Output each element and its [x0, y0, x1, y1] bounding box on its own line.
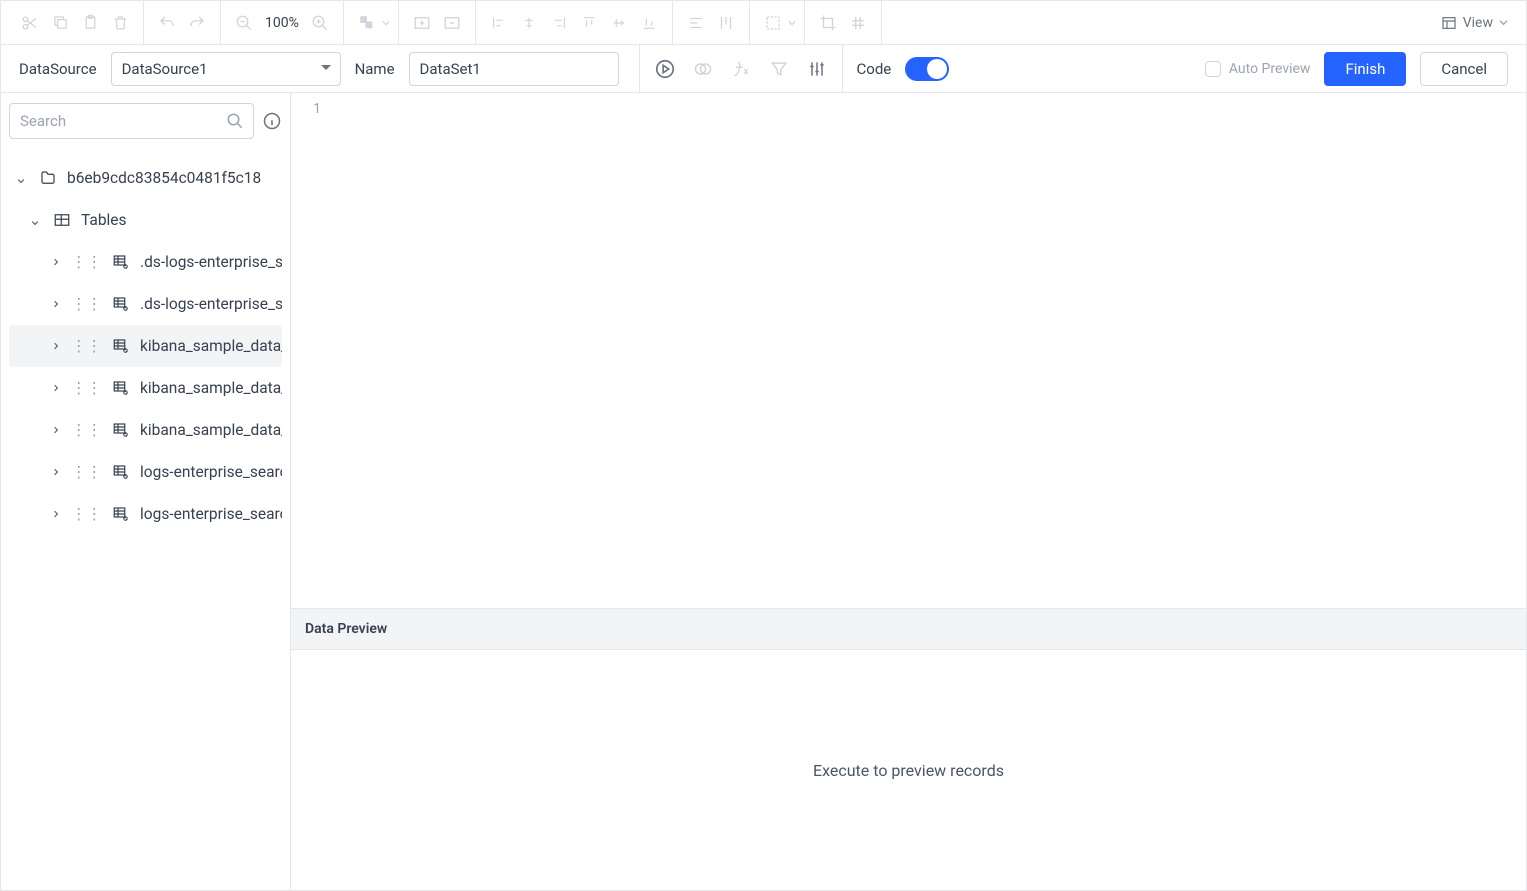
align-middle-icon[interactable]	[604, 8, 634, 38]
drag-handle-icon[interactable]: ⋮⋮	[71, 253, 102, 271]
paste-icon[interactable]	[75, 8, 105, 38]
table-icon	[112, 337, 130, 355]
table-item[interactable]: ⌄⋮⋮kibana_sample_data_	[9, 367, 282, 409]
align-center-h-icon[interactable]	[514, 8, 544, 38]
drag-handle-icon[interactable]: ⋮⋮	[71, 505, 102, 523]
table-item[interactable]: ⌄⋮⋮.ds-logs-enterprise_se	[9, 241, 282, 283]
preview-header: Data Preview	[291, 608, 1526, 650]
table-item[interactable]: ⌄⋮⋮.ds-logs-enterprise_se	[9, 283, 282, 325]
insert-left-icon[interactable]	[407, 8, 437, 38]
table-item[interactable]: ⌄⋮⋮logs-enterprise_searc	[9, 451, 282, 493]
align-right-icon[interactable]	[544, 8, 574, 38]
search-input[interactable]	[9, 103, 254, 139]
crop-icon[interactable]	[813, 8, 843, 38]
top-toolbar: 100% View	[1, 1, 1526, 45]
preview-body: Execute to preview records	[291, 650, 1526, 890]
preview-message: Execute to preview records	[813, 761, 1004, 780]
layout-icon	[1441, 15, 1457, 31]
datasource-select[interactable]: DataSource1	[111, 52, 341, 86]
finish-button[interactable]: Finish	[1324, 52, 1406, 86]
drag-handle-icon[interactable]: ⋮⋮	[71, 421, 102, 439]
redo-icon[interactable]	[182, 8, 212, 38]
table-icon	[112, 421, 130, 439]
fx-icon[interactable]	[724, 52, 758, 86]
editor-area: 1 Data Preview Execute to preview record…	[291, 93, 1526, 890]
table-name: kibana_sample_data_	[140, 379, 282, 397]
root-label: b6eb9cdc83854c0481f5c18	[67, 169, 261, 187]
name-label: Name	[355, 60, 395, 78]
view-menu[interactable]: View	[1431, 8, 1518, 38]
filter-icon[interactable]	[762, 52, 796, 86]
table-icon	[112, 505, 130, 523]
grid-snap-icon[interactable]	[843, 8, 873, 38]
chevron-down-icon	[1499, 18, 1508, 27]
align-left-icon[interactable]	[484, 8, 514, 38]
view-label: View	[1463, 15, 1493, 31]
table-item[interactable]: ⌄⋮⋮kibana_sample_data_	[9, 409, 282, 451]
join-icon[interactable]	[686, 52, 720, 86]
align-bottom-icon[interactable]	[634, 8, 664, 38]
tables-icon	[53, 211, 71, 229]
zoom-level: 100%	[259, 15, 305, 31]
table-name: kibana_sample_data_	[140, 421, 282, 439]
drag-handle-icon[interactable]: ⋮⋮	[71, 463, 102, 481]
settings-sliders-icon[interactable]	[800, 52, 834, 86]
run-button[interactable]	[648, 52, 682, 86]
table-item[interactable]: ⌄⋮⋮logs-enterprise_searc	[9, 493, 282, 535]
tables-node[interactable]: ⌄ Tables	[9, 199, 282, 241]
tree-root[interactable]: ⌄ b6eb9cdc83854c0481f5c18	[9, 157, 282, 199]
datasource-label: DataSource	[19, 60, 97, 78]
drag-handle-icon[interactable]: ⋮⋮	[71, 379, 102, 397]
dataset-name-input[interactable]	[409, 52, 619, 86]
folder-icon	[39, 169, 57, 187]
cancel-button[interactable]: Cancel	[1420, 52, 1508, 86]
table-icon	[112, 295, 130, 313]
table-name: kibana_sample_data_	[140, 337, 282, 355]
code-editor[interactable]	[331, 93, 1526, 608]
config-bar: DataSource DataSource1 Name Code Auto Pr…	[1, 45, 1526, 93]
zoom-in-icon[interactable]	[305, 8, 335, 38]
chevron-down-icon	[788, 19, 796, 27]
copy-icon[interactable]	[45, 8, 75, 38]
table-name: logs-enterprise_searc	[140, 463, 282, 481]
delete-icon[interactable]	[105, 8, 135, 38]
code-label: Code	[857, 60, 892, 78]
align-top-icon[interactable]	[574, 8, 604, 38]
zoom-out-icon[interactable]	[229, 8, 259, 38]
line-gutter: 1	[291, 93, 331, 608]
distribute-v-icon[interactable]	[711, 8, 741, 38]
distribute-h-icon[interactable]	[681, 8, 711, 38]
tree: ⌄ b6eb9cdc83854c0481f5c18 ⌄ Tables ⌄⋮⋮.d…	[9, 157, 282, 535]
cut-icon[interactable]	[15, 8, 45, 38]
chevron-down-icon	[382, 19, 390, 27]
table-icon	[112, 253, 130, 271]
group-icon[interactable]	[352, 8, 382, 38]
insert-right-icon[interactable]	[437, 8, 467, 38]
select-icon[interactable]	[758, 8, 788, 38]
table-name: .ds-logs-enterprise_se	[140, 295, 282, 313]
info-icon[interactable]	[262, 111, 282, 131]
table-icon	[112, 463, 130, 481]
auto-preview-label: Auto Preview	[1229, 61, 1311, 77]
table-icon	[112, 379, 130, 397]
table-name: logs-enterprise_searc	[140, 505, 282, 523]
code-toggle[interactable]	[905, 57, 949, 81]
auto-preview-checkbox[interactable]	[1205, 61, 1221, 77]
table-item[interactable]: ⌄⋮⋮kibana_sample_data_	[9, 325, 282, 367]
table-name: .ds-logs-enterprise_se	[140, 253, 282, 271]
search-icon	[226, 112, 244, 130]
sidebar: ⌄ b6eb9cdc83854c0481f5c18 ⌄ Tables ⌄⋮⋮.d…	[1, 93, 291, 890]
tables-label: Tables	[81, 211, 127, 229]
drag-handle-icon[interactable]: ⋮⋮	[71, 337, 102, 355]
undo-icon[interactable]	[152, 8, 182, 38]
drag-handle-icon[interactable]: ⋮⋮	[71, 295, 102, 313]
